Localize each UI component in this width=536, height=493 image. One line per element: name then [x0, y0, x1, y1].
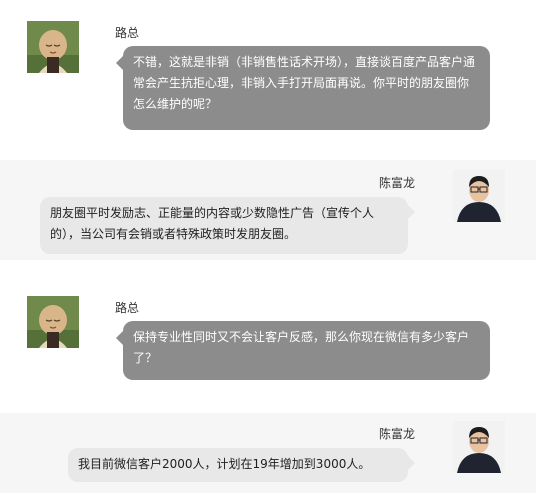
- bubble-tail: [408, 456, 415, 470]
- message-bubble: 我目前微信客户2000人，计划在19年增加到3000人。: [68, 448, 408, 482]
- message-bubble: 不错，这就是非销（非销售性话术开场），直接谈百度产品客户通常会产生抗拒心理，非销…: [123, 46, 490, 130]
- bubble-tail: [116, 56, 123, 70]
- message-bubble: 保持专业性同时又不会让客户反感，那么你现在微信有多少客户了？: [123, 321, 490, 380]
- avatar-monk-icon[interactable]: [27, 21, 79, 73]
- sender-name: 陈富龙: [378, 427, 415, 441]
- sender-name: 陈富龙: [378, 176, 415, 190]
- sender-name: 路总: [115, 26, 140, 40]
- avatar-monk-icon[interactable]: [27, 296, 79, 348]
- bubble-tail: [408, 205, 415, 219]
- message-bubble: 朋友圈平时发励志、正能量的内容或少数隐性广告（宣传个人的），当公司有会销或者特殊…: [40, 197, 408, 254]
- sender-name: 路总: [115, 301, 140, 315]
- avatar-man-icon[interactable]: [453, 421, 505, 473]
- bubble-tail: [116, 331, 123, 345]
- avatar-man-icon[interactable]: [453, 170, 505, 222]
